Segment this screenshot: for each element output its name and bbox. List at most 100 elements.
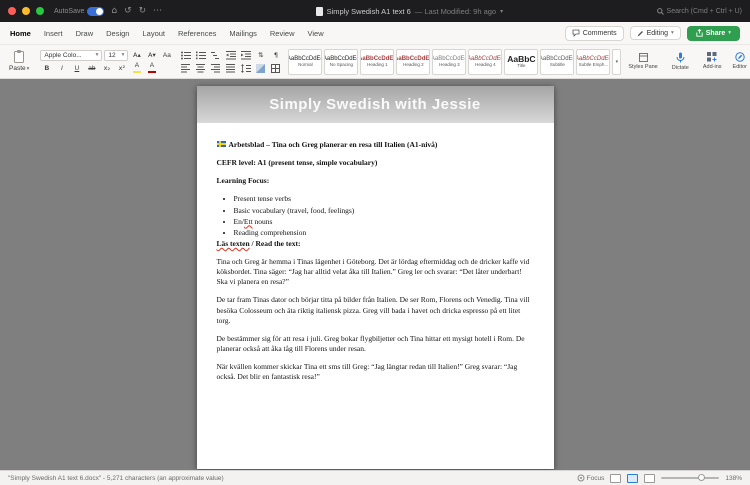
list-item: Basic vocabulary (travel, food, feelings… bbox=[234, 206, 534, 216]
strikethrough-button[interactable]: ab bbox=[85, 63, 98, 74]
change-case-button[interactable]: Aa bbox=[160, 50, 173, 61]
justify-icon bbox=[226, 63, 236, 72]
search-field[interactable]: Search (Cmd + Ctrl + U) bbox=[656, 7, 742, 15]
line-spacing-button[interactable] bbox=[239, 63, 252, 74]
style-heading-3[interactable]: AaBbCcDdEe Heading 3 bbox=[432, 48, 467, 75]
dictate-button[interactable]: Dictate bbox=[668, 52, 693, 71]
print-layout-button[interactable] bbox=[627, 473, 639, 483]
tab-view[interactable]: View bbox=[307, 29, 323, 38]
paragraph-group: ⇅ ¶ bbox=[179, 50, 282, 74]
document-stats[interactable]: "Simply Swedish A1 text 6.docx" - 5,271 … bbox=[8, 475, 224, 482]
sort-button[interactable]: ⇅ bbox=[254, 50, 267, 61]
align-center-button[interactable] bbox=[194, 63, 207, 74]
align-left-button[interactable] bbox=[179, 63, 192, 74]
document-body[interactable]: Arbetsblad – Tina och Greg planerar en r… bbox=[197, 123, 554, 382]
word-window: AutoSave ⌂ ↺ ↻ ⋯ Simply Swedish A1 text … bbox=[0, 0, 750, 485]
decrease-indent-button[interactable] bbox=[224, 50, 237, 61]
share-button[interactable]: Share ▾ bbox=[686, 25, 740, 41]
focus-icon bbox=[577, 474, 585, 482]
style-heading-1[interactable]: AaBbCcDdEeHeading 1 bbox=[360, 48, 395, 75]
redo-icon[interactable]: ↻ bbox=[139, 6, 147, 16]
more-commands-icon[interactable]: ⋯ bbox=[153, 6, 162, 16]
cefr-level-line: CEFR level: A1 (present tense, simple vo… bbox=[216, 158, 378, 168]
autosave-toggle[interactable]: AutoSave bbox=[54, 6, 105, 16]
borders-icon bbox=[271, 63, 281, 73]
minimize-window-button[interactable] bbox=[22, 7, 30, 15]
read-text-heading: Läs texten / Read the text: bbox=[216, 238, 301, 248]
fullscreen-window-button[interactable] bbox=[36, 7, 44, 15]
chevron-down-icon: ▾ bbox=[671, 30, 674, 36]
tab-insert[interactable]: Insert bbox=[44, 29, 63, 38]
addins-button[interactable]: Add-ins bbox=[699, 52, 726, 70]
sweden-flag-icon bbox=[216, 141, 226, 147]
borders-button[interactable] bbox=[269, 63, 282, 74]
font-name-select[interactable]: Apple Colo... ▾ bbox=[40, 49, 103, 61]
zoom-level[interactable]: 138% bbox=[725, 475, 742, 482]
editing-mode-button[interactable]: Editing ▾ bbox=[629, 26, 681, 40]
subscript-button[interactable]: x₂ bbox=[100, 63, 113, 74]
increase-indent-button[interactable] bbox=[239, 50, 252, 61]
styles-gallery: AaBbCcDdEeNormal AaBbCcDdEeNo Spacing Aa… bbox=[288, 48, 622, 75]
styles-gallery-expand-button[interactable]: ▾ bbox=[612, 48, 622, 75]
paragraph-1: Tina och Greg är hemma i Tinas lägenhet … bbox=[216, 257, 530, 287]
italic-button[interactable]: I bbox=[55, 63, 68, 74]
style-subtitle[interactable]: AaBbCcDdEe Subtitle bbox=[540, 48, 575, 75]
document-title: Simply Swedish A1 text 6 bbox=[326, 6, 411, 16]
addins-icon bbox=[707, 52, 717, 62]
tab-layout[interactable]: Layout bbox=[142, 29, 165, 38]
multilevel-list-button[interactable] bbox=[209, 50, 222, 61]
document-title-menu[interactable]: Simply Swedish A1 text 6 — Last Modified… bbox=[169, 6, 649, 16]
numbering-button[interactable] bbox=[194, 50, 207, 61]
shading-button[interactable] bbox=[254, 63, 267, 74]
home-icon[interactable]: ⌂ bbox=[111, 6, 117, 16]
style-heading-2[interactable]: AaBbCcDdEeHeading 2 bbox=[396, 48, 431, 75]
align-right-button[interactable] bbox=[209, 63, 222, 74]
font-color-button[interactable]: A bbox=[145, 63, 158, 74]
tab-design[interactable]: Design bbox=[106, 29, 129, 38]
style-subtle-emphasis[interactable]: AaBbCcDdEe Subtle Emph... bbox=[576, 48, 611, 75]
bold-button[interactable]: B bbox=[40, 63, 53, 74]
tab-home[interactable]: Home bbox=[10, 29, 31, 38]
comments-button[interactable]: Comments bbox=[564, 25, 624, 41]
close-window-button[interactable] bbox=[8, 7, 16, 15]
focus-mode-button[interactable]: Focus bbox=[577, 474, 604, 482]
tab-review[interactable]: Review bbox=[270, 29, 295, 38]
search-placeholder: Search (Cmd + Ctrl + U) bbox=[666, 7, 742, 15]
text-highlight-button[interactable]: A bbox=[130, 63, 143, 74]
chevron-down-icon: ▾ bbox=[121, 52, 125, 58]
tab-references[interactable]: References bbox=[178, 29, 216, 38]
line-spacing-icon bbox=[240, 63, 251, 73]
show-paragraph-marks-button[interactable]: ¶ bbox=[269, 50, 282, 61]
shrink-font-button[interactable]: A▾ bbox=[145, 50, 158, 61]
tab-mailings[interactable]: Mailings bbox=[229, 29, 257, 38]
style-title[interactable]: AaBbC Title bbox=[504, 48, 539, 75]
style-no-spacing[interactable]: AaBbCcDdEe No Spacing bbox=[324, 48, 359, 75]
font-size-select[interactable]: 12 ▾ bbox=[104, 49, 129, 61]
document-canvas[interactable]: Simply Swedish with Jessie Arbetsblad – … bbox=[0, 79, 750, 470]
superscript-button[interactable]: x² bbox=[115, 63, 128, 74]
tab-draw[interactable]: Draw bbox=[76, 29, 94, 38]
style-heading-4[interactable]: AaBbCcDdEe Heading 4 bbox=[468, 48, 503, 75]
read-mode-button[interactable] bbox=[610, 473, 622, 483]
document-page[interactable]: Simply Swedish with Jessie Arbetsblad – … bbox=[196, 86, 554, 469]
grow-font-button[interactable]: A▴ bbox=[130, 50, 143, 61]
bullets-button[interactable] bbox=[179, 50, 192, 61]
align-center-icon bbox=[196, 63, 206, 72]
style-normal[interactable]: AaBbCcDdEe Normal bbox=[288, 48, 323, 75]
spellcheck-flagged-phrase: Läs texten bbox=[216, 238, 250, 248]
learning-focus-list: Present tense verbs Basic vocabulary (tr… bbox=[234, 194, 534, 238]
zoom-slider-knob[interactable] bbox=[698, 474, 706, 481]
zoom-slider[interactable] bbox=[661, 474, 720, 481]
undo-icon[interactable]: ↺ bbox=[124, 6, 132, 16]
chevron-down-icon: ▾ bbox=[95, 52, 99, 58]
justify-button[interactable] bbox=[224, 63, 237, 74]
web-layout-button[interactable] bbox=[644, 473, 656, 483]
clipboard-icon bbox=[14, 50, 25, 63]
paste-button[interactable]: Paste ▾ bbox=[4, 50, 34, 73]
search-icon bbox=[656, 7, 664, 15]
font-color-swatch bbox=[147, 70, 156, 73]
styles-pane-button[interactable]: Styles Pane bbox=[624, 53, 661, 70]
editor-button[interactable]: Editor bbox=[729, 52, 750, 70]
underline-button[interactable]: U bbox=[70, 63, 83, 74]
chevron-down-icon: ▾ bbox=[728, 30, 731, 36]
